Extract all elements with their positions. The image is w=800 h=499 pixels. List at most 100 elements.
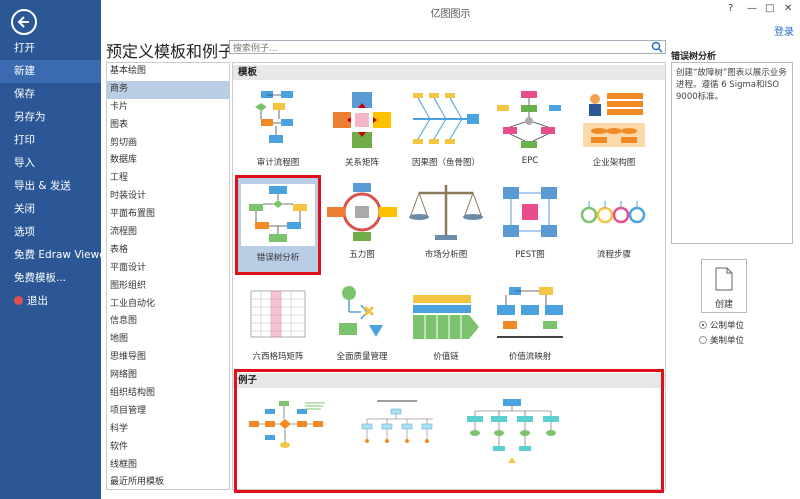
examples-highlight-frame <box>234 369 664 493</box>
template-audit-flowchart[interactable]: 审计流程图 <box>237 83 319 175</box>
category-item[interactable]: 剪切画 <box>107 135 229 153</box>
sidebar-item-export-send[interactable]: 导出 & 发送 <box>0 175 101 198</box>
sidebar-item-save[interactable]: 保存 <box>0 83 101 106</box>
close-button[interactable]: ✕ <box>784 3 792 14</box>
us-units-option[interactable]: 美制单位 <box>699 334 744 346</box>
exit-label: 退出 <box>27 295 48 307</box>
template-label: EPC <box>521 156 539 166</box>
page-title: 预定义模板和例子 <box>106 42 235 61</box>
relation-matrix-icon <box>333 92 391 148</box>
template-label: 流程步骤 <box>596 250 631 260</box>
template-label: 因果图（鱼骨图） <box>411 158 480 168</box>
maximize-button[interactable]: □ <box>765 3 774 14</box>
sidebar-item-free-templates[interactable]: 免费模板... <box>0 267 101 290</box>
category-item[interactable]: 软件 <box>107 439 229 457</box>
category-item[interactable]: 网络图 <box>107 367 229 385</box>
template-label: 错误树分析 <box>256 253 300 263</box>
unit-label: 公制单位 <box>710 321 745 331</box>
category-item[interactable]: 数据库 <box>107 152 229 170</box>
template-label: 市场分析图 <box>424 250 468 260</box>
template-value-chain[interactable]: 价值链 <box>405 277 487 369</box>
metric-units-option[interactable]: 公制单位 <box>699 319 744 331</box>
pest-icon <box>503 187 557 237</box>
category-item[interactable]: 图表 <box>107 117 229 135</box>
login-link[interactable]: 登录 <box>774 23 794 38</box>
value-stream-icon <box>497 287 563 338</box>
category-item[interactable]: 工程 <box>107 170 229 188</box>
category-item[interactable]: 图形组织 <box>107 278 229 296</box>
sidebar-item-exit[interactable]: 退出 <box>0 290 101 313</box>
sidebar-item-open[interactable]: 打开 <box>0 37 101 60</box>
search-icon[interactable] <box>651 41 663 53</box>
templates-section-header: 模板 <box>233 65 665 80</box>
template-epc[interactable]: EPC <box>489 83 571 175</box>
fault-tree-icon <box>241 184 315 246</box>
unit-label: 美制单位 <box>710 336 745 346</box>
category-item[interactable]: 信息图 <box>107 313 229 331</box>
search-box <box>229 40 666 55</box>
template-label: 五力图 <box>349 250 375 260</box>
title-bar: 亿图图示 <box>101 0 800 22</box>
five-forces-icon <box>327 183 397 241</box>
category-item[interactable]: 平面设计 <box>107 260 229 278</box>
radio-icon <box>699 336 707 344</box>
back-arrow-icon[interactable] <box>11 9 37 35</box>
category-item[interactable]: 商务 <box>107 80 229 99</box>
audit-flowchart-icon <box>255 91 293 143</box>
template-label: 全面质量管理 <box>336 352 388 362</box>
help-button[interactable]: ? <box>728 3 733 14</box>
create-label: 创建 <box>714 300 733 310</box>
epc-icon <box>497 91 561 148</box>
sidebar-item-close[interactable]: 关闭 <box>0 198 101 221</box>
category-item[interactable]: 流程图 <box>107 224 229 242</box>
template-label: PEST图 <box>515 250 545 260</box>
tqm-icon <box>339 286 383 337</box>
template-value-stream[interactable]: 价值流映射 <box>489 277 571 369</box>
template-six-sigma[interactable]: 六西格玛矩阵 <box>237 277 319 369</box>
template-pest[interactable]: PEST图 <box>489 175 571 267</box>
sidebar-item-save-as[interactable]: 另存为 <box>0 106 101 129</box>
category-item[interactable]: 时装设计 <box>107 188 229 206</box>
sidebar-item-print[interactable]: 打印 <box>0 129 101 152</box>
template-label: 价值链 <box>433 352 459 362</box>
category-item[interactable]: 工业自动化 <box>107 296 229 314</box>
template-five-forces[interactable]: 五力图 <box>321 175 403 267</box>
sidebar-menu: 打开 新建 保存 另存为 打印 导入 导出 & 发送 关闭 选项 免费 Edra… <box>0 37 110 313</box>
category-item[interactable]: 平面布置图 <box>107 206 229 224</box>
create-button[interactable]: 创建 <box>701 259 747 313</box>
template-process-steps[interactable]: 流程步骤 <box>573 175 655 267</box>
category-item[interactable]: 项目管理 <box>107 403 229 421</box>
preview-title: 错误树分析 <box>671 52 717 62</box>
category-item[interactable]: 基本绘图 <box>107 63 229 81</box>
template-description: 创建“故障树”图表以展示业务进程。遵循 6 Sigma和ISO 9000标准。 <box>671 62 793 244</box>
template-market-analysis[interactable]: 市场分析图 <box>405 175 487 267</box>
category-item[interactable]: 表格 <box>107 242 229 260</box>
sidebar-item-new[interactable]: 新建 <box>0 60 101 83</box>
category-item[interactable]: 最近所用模板 <box>107 474 229 492</box>
template-relation-matrix[interactable]: 关系矩阵 <box>321 83 403 175</box>
exit-icon <box>14 296 23 305</box>
category-list: 基本绘图 商务 卡片 图表 剪切画 数据库 工程 时装设计 平面布置图 流程图 表格 平面设计 图形组织… <box>106 62 230 490</box>
template-tqm[interactable]: 全面质量管理 <box>321 277 403 369</box>
sidebar-item-free-viewer[interactable]: 免费 Edraw Viewer <box>0 244 110 267</box>
enterprise-architecture-icon <box>583 93 645 147</box>
template-enterprise-architecture[interactable]: 企业架构图 <box>573 83 655 175</box>
search-input[interactable] <box>230 43 650 55</box>
sidebar-item-import[interactable]: 导入 <box>0 152 101 175</box>
category-item[interactable]: 思维导图 <box>107 349 229 367</box>
template-label: 关系矩阵 <box>344 158 379 168</box>
template-label: 价值流映射 <box>508 352 552 362</box>
template-label: 审计流程图 <box>256 158 300 168</box>
template-fishbone[interactable]: 因果图（鱼骨图） <box>405 83 487 175</box>
category-item[interactable]: 地图 <box>107 331 229 349</box>
category-item[interactable]: 线框图 <box>107 457 229 475</box>
backstage-sidebar: 打开 新建 保存 另存为 打印 导入 导出 & 发送 关闭 选项 免费 Edra… <box>0 0 110 499</box>
minimize-button[interactable]: — <box>747 3 757 14</box>
template-fault-tree[interactable]: 错误树分析 <box>235 175 321 275</box>
app-title: 亿图图示 <box>430 9 471 20</box>
category-item[interactable]: 科学 <box>107 421 229 439</box>
six-sigma-icon <box>250 290 306 338</box>
sidebar-item-options[interactable]: 选项 <box>0 221 101 244</box>
category-item[interactable]: 组织结构图 <box>107 385 229 403</box>
category-item[interactable]: 卡片 <box>107 99 229 117</box>
